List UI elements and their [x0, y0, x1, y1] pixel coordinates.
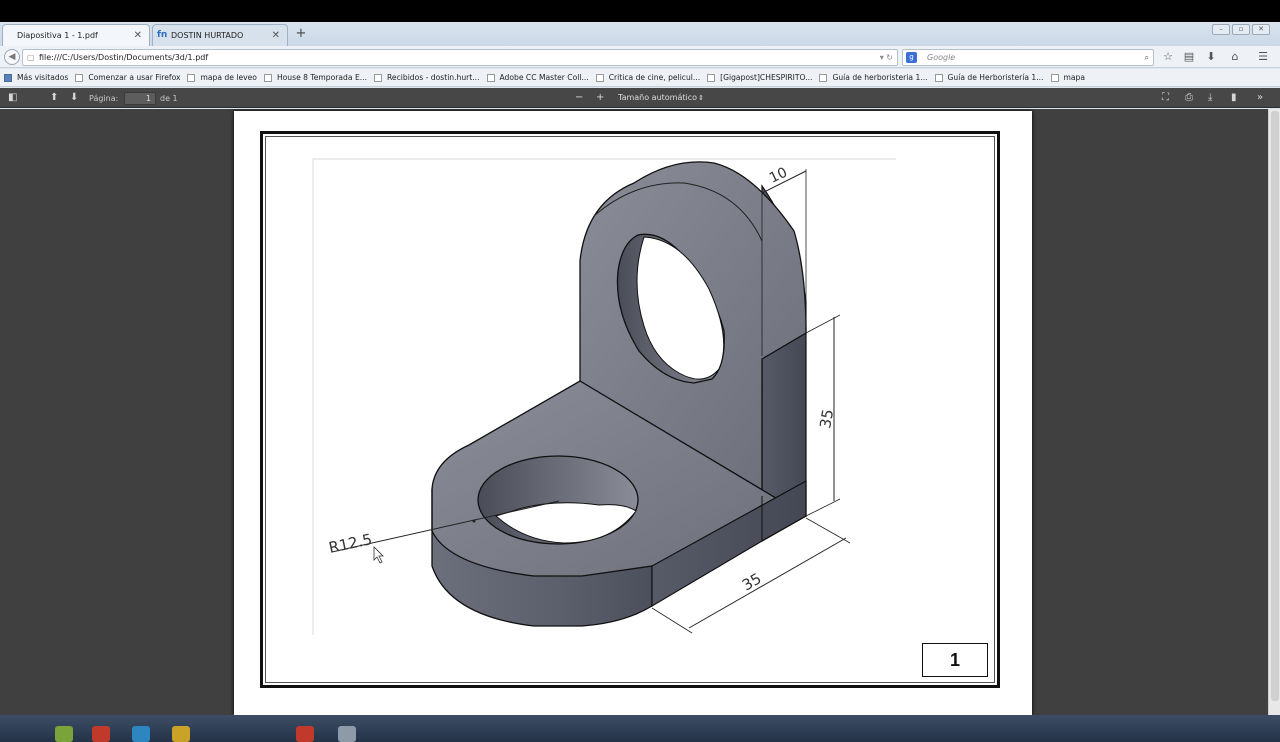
- bookmark-star-icon[interactable]: ☆: [1160, 50, 1176, 63]
- download-icon[interactable]: ⬇: [1203, 50, 1219, 63]
- bookmark-label: mapa de leveo: [200, 73, 257, 82]
- taskbar-app-icon[interactable]: [338, 726, 356, 742]
- sidebar-toggle-icon[interactable]: ◧: [8, 92, 17, 104]
- close-icon[interactable]: ✕: [134, 30, 142, 41]
- tab-label: DOSTIN HURTADO: [171, 31, 244, 40]
- bookmark-item[interactable]: House 8 Temporada E...: [263, 73, 367, 82]
- close-icon[interactable]: ✕: [272, 30, 280, 41]
- bookmark-label: Recibidos - dostin.hurt...: [386, 73, 480, 82]
- taskbar-app-icon[interactable]: [172, 726, 190, 742]
- next-page-icon[interactable]: ⬇: [70, 92, 78, 104]
- url-text: file:///C:/Users/Dostin/Documents/3d/1.p…: [39, 53, 209, 62]
- close-window-button[interactable]: ✕: [1252, 24, 1270, 35]
- taskbar-app-icon[interactable]: [296, 726, 314, 742]
- bookmark-item[interactable]: Guía de Herboristería 1...: [934, 73, 1044, 82]
- bookmark-label: House 8 Temporada E...: [276, 73, 367, 82]
- previous-page-icon[interactable]: ⬆: [50, 92, 58, 104]
- bookmark-label: [Gigapost]CHESPIRITO...: [720, 73, 813, 82]
- browser-window: Diapositiva 1 - 1.pdf ✕ fn DOSTIN HURTAD…: [0, 22, 1280, 742]
- page-number-input[interactable]: 1: [124, 92, 156, 105]
- zoom-out-icon[interactable]: −: [575, 92, 583, 104]
- thickness-dimension-label: 10: [767, 165, 790, 187]
- maximize-button[interactable]: ▫: [1232, 24, 1250, 35]
- taskbar-app-icon[interactable]: [55, 726, 73, 742]
- bookmark-item[interactable]: mapa: [1050, 73, 1086, 82]
- scrollbar-thumb[interactable]: [1271, 111, 1279, 701]
- screen-top-bar: [0, 0, 1280, 22]
- download-icon[interactable]: ⤓: [1208, 92, 1212, 104]
- zoom-in-icon[interactable]: +: [596, 92, 604, 104]
- zoom-value: Tamaño automático: [618, 93, 698, 102]
- width-dimension-label: 35: [739, 569, 765, 594]
- search-icon[interactable]: ⌕: [1145, 50, 1149, 65]
- new-tab-button[interactable]: +: [294, 26, 308, 41]
- page-label: Página:: [89, 94, 119, 103]
- bookmark-label: Más visitados: [17, 73, 69, 82]
- back-button[interactable]: ◀: [4, 49, 20, 65]
- search-placeholder: Google: [927, 53, 956, 62]
- tab-pdf[interactable]: Diapositiva 1 - 1.pdf ✕: [2, 24, 150, 46]
- taskbar-app-icon[interactable]: [132, 726, 150, 742]
- bookmark-label: Guía de herboristeria 1...: [832, 73, 928, 82]
- reload-icon[interactable]: ▾ ↻: [880, 50, 893, 65]
- google-engine-icon[interactable]: g: [906, 52, 917, 63]
- tools-chevron-icon[interactable]: »: [1257, 92, 1263, 104]
- mouse-cursor-icon: [373, 546, 384, 564]
- folder-icon: [4, 73, 12, 82]
- page-icon: [75, 73, 84, 82]
- page-icon: [1050, 73, 1059, 82]
- page-icon: [595, 73, 604, 82]
- page-number-box: 1: [922, 643, 988, 677]
- bookmark-label: Adobe CC Master Coll...: [499, 73, 589, 82]
- updown-icon: ⇕: [698, 94, 704, 102]
- taskbar-app-icon[interactable]: [92, 726, 110, 742]
- pdf-page: R12.5 10 35 35 1: [234, 111, 1032, 715]
- presentation-mode-icon[interactable]: ⛶: [1162, 92, 1169, 104]
- bookmark-item[interactable]: [Gigapost]CHESPIRITO...: [707, 73, 812, 82]
- menu-icon[interactable]: ☰: [1255, 50, 1271, 63]
- tab-dostin[interactable]: fn DOSTIN HURTADO ✕: [152, 24, 288, 46]
- navigation-bar: ◀ ▢ file:///C:/Users/Dostin/Documents/3d…: [0, 46, 1280, 68]
- page-icon: [819, 73, 828, 82]
- bookmark-label: Critica de cine, pelicul...: [608, 73, 701, 82]
- tab-label: Diapositiva 1 - 1.pdf: [17, 31, 98, 40]
- windows-taskbar: [0, 715, 1280, 742]
- page-icon: [707, 73, 716, 82]
- print-icon[interactable]: ⎙: [1185, 92, 1193, 104]
- bookmarks-list-icon[interactable]: ▤: [1181, 50, 1197, 63]
- page-icon: [187, 73, 196, 82]
- page-icon: [373, 73, 382, 82]
- bookmark-item[interactable]: Comenzar a usar Firefox: [75, 73, 180, 82]
- isometric-part-drawing: R12.5 10 35 35: [312, 158, 896, 635]
- minimize-button[interactable]: –: [1212, 24, 1230, 35]
- bookmarks-toolbar: Más visitados Comenzar a usar Firefox ma…: [0, 69, 1280, 87]
- bookmark-item[interactable]: mapa de leveo: [187, 73, 257, 82]
- search-input[interactable]: g Google ⌕: [902, 49, 1154, 66]
- home-icon[interactable]: ⌂: [1227, 50, 1243, 63]
- window-controls: – ▫ ✕: [1212, 24, 1270, 35]
- pdf-toolbar: ◧ ⬆ ⬇ Página: 1 de 1 − + Tamaño automáti…: [0, 88, 1280, 108]
- bookmark-label: Guía de Herboristería 1...: [947, 73, 1044, 82]
- page-icon: [934, 73, 943, 82]
- bookmark-label: mapa: [1063, 73, 1086, 82]
- vertical-scrollbar[interactable]: [1268, 109, 1280, 715]
- page-icon: [486, 73, 495, 82]
- bookmark-item[interactable]: Más visitados: [4, 73, 68, 82]
- bookmark-item[interactable]: Recibidos - dostin.hurt...: [373, 73, 480, 82]
- page-icon: ▢: [27, 53, 35, 62]
- bookmark-item[interactable]: Adobe CC Master Coll...: [486, 73, 589, 82]
- fn-favicon-icon: fn: [157, 30, 168, 40]
- radius-dimension-label: R12.5: [327, 530, 374, 557]
- bookmark-icon[interactable]: ▮: [1231, 92, 1237, 104]
- bookmark-item[interactable]: Critica de cine, pelicul...: [595, 73, 701, 82]
- tab-strip: Diapositiva 1 - 1.pdf ✕ fn DOSTIN HURTAD…: [0, 22, 1280, 46]
- url-bar[interactable]: ▢ file:///C:/Users/Dostin/Documents/3d/1…: [22, 49, 898, 66]
- bookmark-label: Comenzar a usar Firefox: [88, 73, 181, 82]
- pdf-viewer[interactable]: R12.5 10 35 35 1: [0, 109, 1268, 715]
- page-icon: [263, 73, 272, 82]
- height-dimension-label: 35: [816, 408, 837, 430]
- zoom-select[interactable]: Tamaño automático ⇕: [614, 91, 706, 105]
- bookmark-item[interactable]: Guía de herboristeria 1...: [819, 73, 928, 82]
- page-count: de 1: [160, 94, 178, 103]
